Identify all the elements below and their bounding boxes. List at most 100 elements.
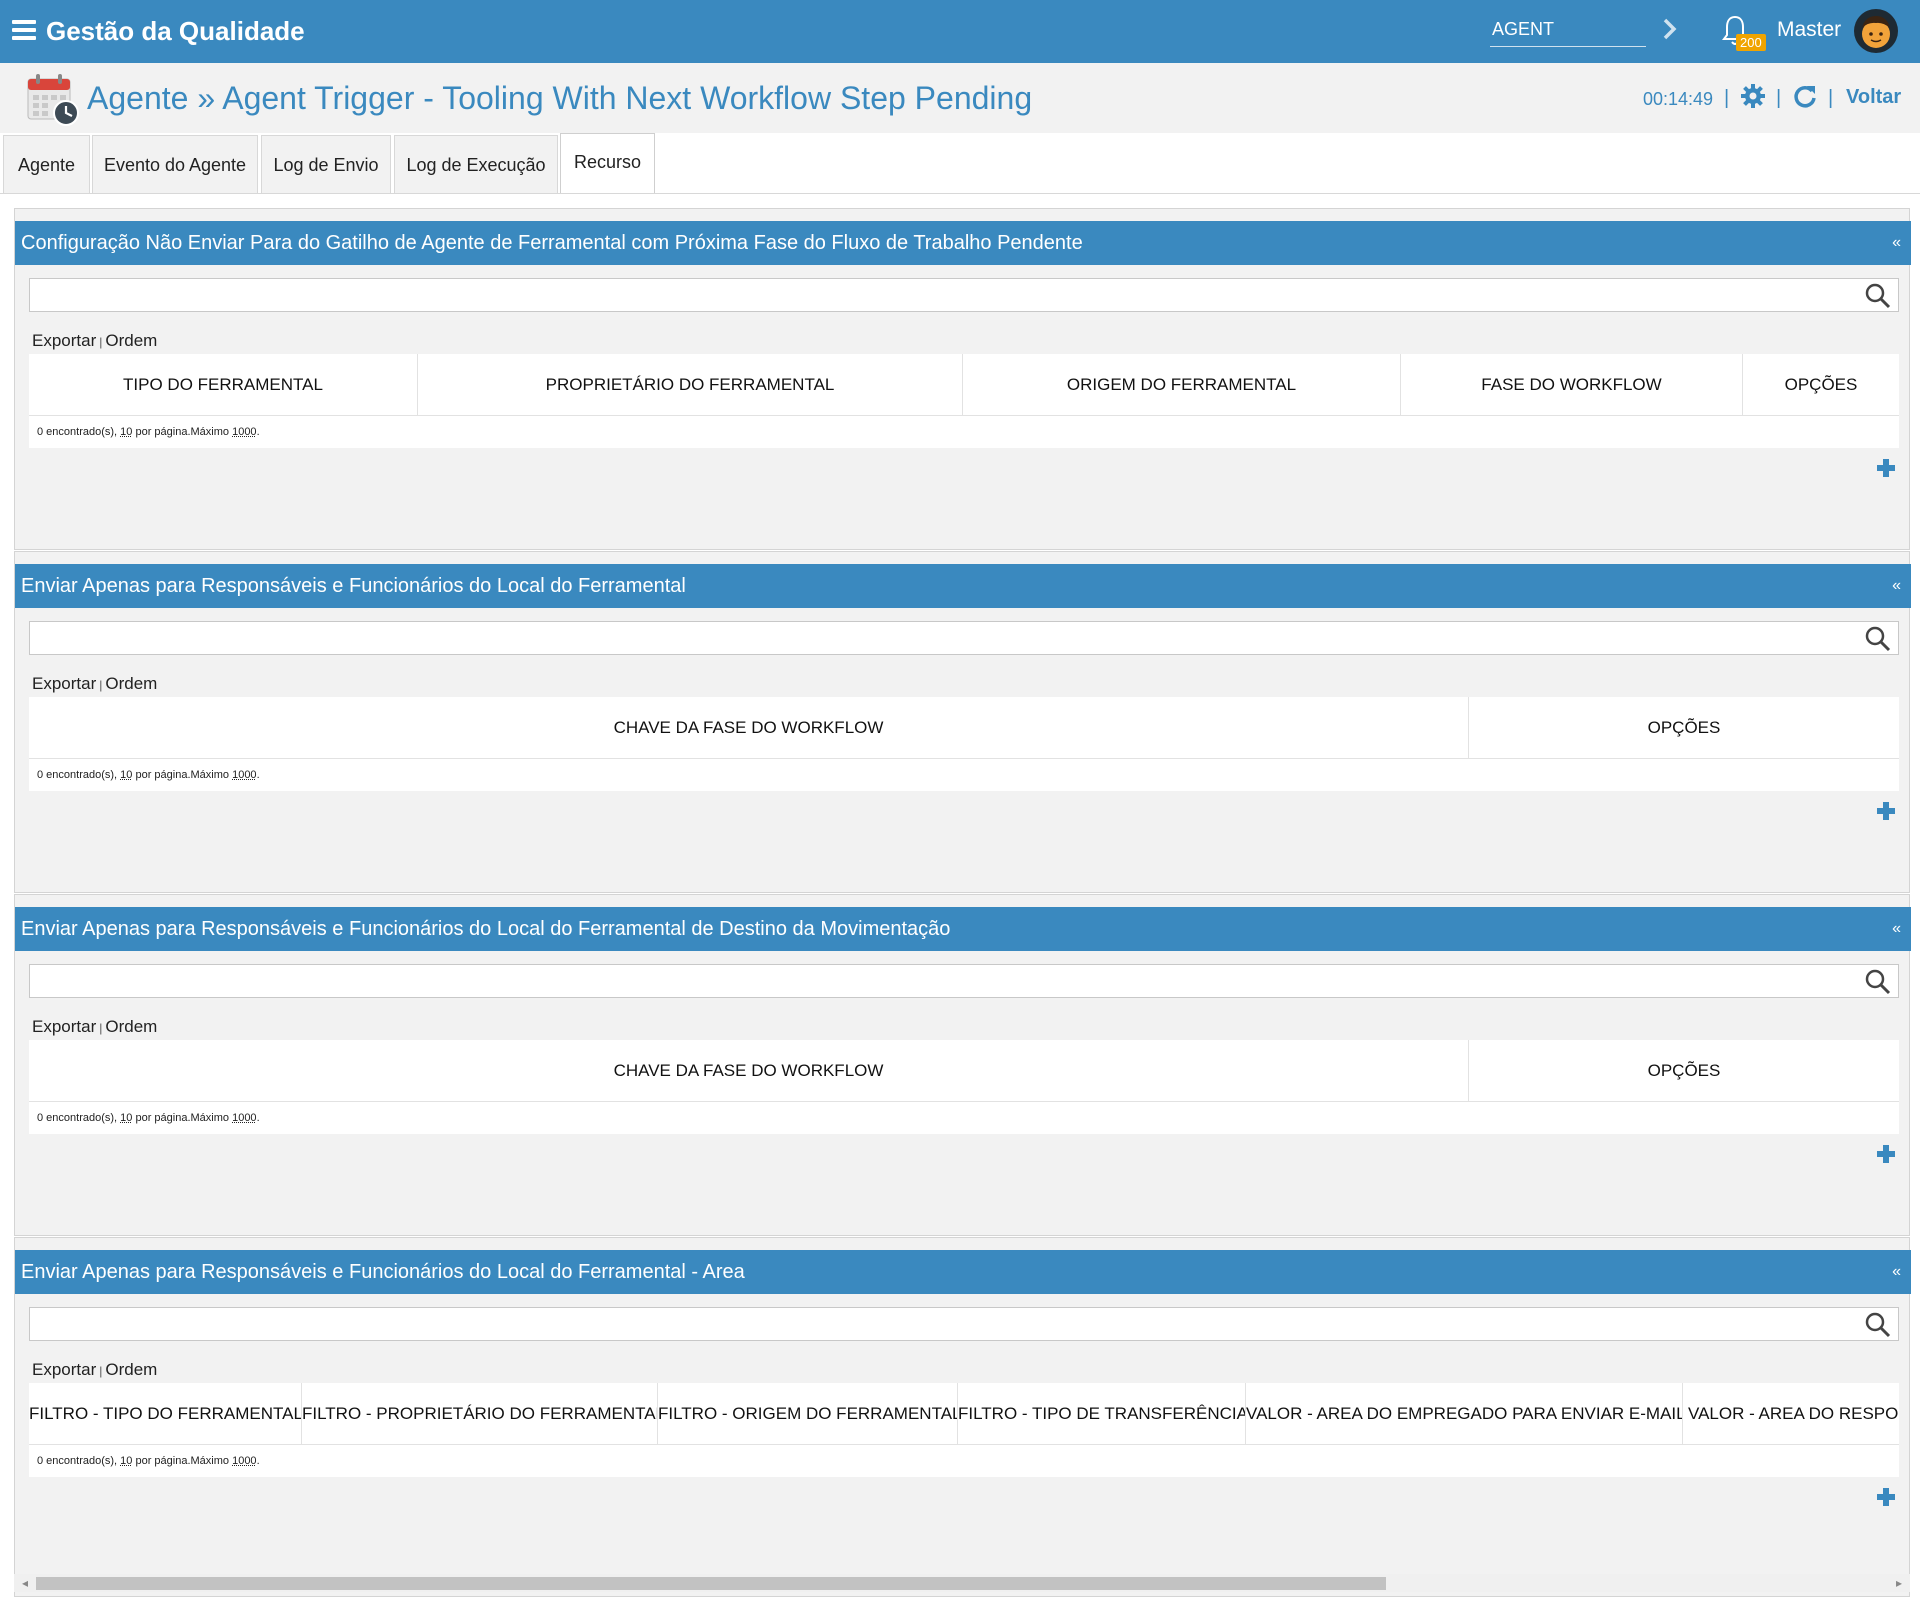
column-header[interactable]: VALOR - AREA DO RESPONS [1683, 1383, 1899, 1444]
search-input[interactable] [29, 278, 1899, 312]
page-header: Agente » Agent Trigger - Tooling With Ne… [0, 63, 1920, 133]
search-icon[interactable] [1864, 1311, 1892, 1339]
search-input[interactable] [29, 621, 1899, 655]
column-header[interactable]: FILTRO - ORIGEM DO FERRAMENTAL [658, 1383, 958, 1444]
add-icon[interactable] [1875, 1486, 1897, 1508]
notification-badge: 200 [1736, 34, 1766, 51]
grid-actions: Exportar | Ordem [32, 1017, 157, 1037]
scrollbar-thumb[interactable] [36, 1577, 1386, 1590]
per-page-select[interactable]: 10 [120, 1455, 132, 1467]
section-title: Enviar Apenas para Responsáveis e Funcio… [21, 1261, 745, 1283]
order-link[interactable]: Ordem [105, 674, 157, 693]
user-name[interactable]: Master [1777, 18, 1841, 42]
column-header[interactable]: CHAVE DA FASE DO WORKFLOW [29, 1040, 1469, 1101]
column-header[interactable]: FILTRO - PROPRIETÁRIO DO FERRAMENTAL [302, 1383, 658, 1444]
chevron-right-icon[interactable] [1660, 16, 1680, 42]
scroll-left-icon[interactable]: ◂ [22, 1576, 28, 1590]
column-header: OPÇÕES [1647, 1061, 1721, 1080]
back-link[interactable]: Voltar [1846, 86, 1901, 109]
column-header: OPÇÕES [1647, 718, 1721, 737]
page-title: Agente » Agent Trigger - Tooling With Ne… [87, 80, 1033, 116]
separator: | [99, 1021, 103, 1035]
data-grid: CHAVE DA FASE DO WORKFLOW OPÇÕES 0 encon… [29, 1040, 1899, 1134]
app-title: Gestão da Qualidade [46, 16, 305, 46]
column-header[interactable]: TIPO DO FERRAMENTAL [29, 354, 418, 415]
pagination-info: 0 encontrado(s), 10 por página.Máximo 10… [29, 416, 1899, 448]
section-header: Configuração Não Enviar Para do Gatilho … [15, 221, 1911, 265]
refresh-icon[interactable] [1792, 83, 1818, 109]
tab-log-de-envio[interactable]: Log de Envio [261, 135, 391, 193]
top-bar: Gestão da Qualidade 200 Master [0, 0, 1920, 63]
column-header[interactable]: CHAVE DA FASE DO WORKFLOW [29, 697, 1469, 758]
search-icon[interactable] [1864, 625, 1892, 653]
column-header[interactable]: FILTRO - TIPO DE TRANSFERÊNCIA [958, 1383, 1246, 1444]
grid-actions: Exportar | Ordem [32, 674, 157, 694]
column-header[interactable]: FILTRO - TIPO DO FERRAMENTAL [29, 1383, 302, 1444]
separator: | [1828, 87, 1834, 109]
collapse-icon[interactable]: « [1892, 221, 1901, 265]
export-link[interactable]: Exportar [32, 674, 96, 693]
column-header: OPÇÕES [1784, 375, 1858, 394]
max-records[interactable]: 1000 [232, 1455, 256, 1467]
avatar[interactable] [1853, 8, 1899, 54]
column-header[interactable]: PROPRIETÁRIO DO FERRAMENTAL [418, 354, 963, 415]
separator: | [99, 1364, 103, 1378]
pagination-info: 0 encontrado(s), 10 por página.Máximo 10… [29, 1445, 1899, 1477]
pagination-info: 0 encontrado(s), 10 por página.Máximo 10… [29, 759, 1899, 791]
agent-input[interactable] [1490, 13, 1646, 47]
search-icon[interactable] [1864, 968, 1892, 996]
pagination-info: 0 encontrado(s), 10 por página.Máximo 10… [29, 1102, 1899, 1134]
max-records[interactable]: 1000 [232, 1112, 256, 1124]
column-header[interactable]: ORIGEM DO FERRAMENTAL [963, 354, 1401, 415]
order-link[interactable]: Ordem [105, 331, 157, 350]
max-records[interactable]: 1000 [232, 426, 256, 438]
tab-evento-do-agente[interactable]: Evento do Agente [92, 135, 258, 193]
search-input[interactable] [29, 964, 1899, 998]
separator: | [99, 335, 103, 349]
search-icon[interactable] [1864, 282, 1892, 310]
horizontal-scrollbar[interactable]: ◂ ▸ [14, 1574, 1910, 1592]
grid-header-row: FILTRO - TIPO DO FERRAMENTAL FILTRO - PR… [29, 1383, 1899, 1445]
collapse-icon[interactable]: « [1892, 1250, 1901, 1294]
separator: | [1724, 87, 1730, 109]
grid-header-row: CHAVE DA FASE DO WORKFLOW OPÇÕES [29, 697, 1899, 759]
tab-log-de-execucao[interactable]: Log de Execução [394, 135, 558, 193]
scroll-right-icon[interactable]: ▸ [1896, 1576, 1902, 1590]
section-title: Enviar Apenas para Responsáveis e Funcio… [21, 918, 951, 940]
per-page-select[interactable]: 10 [120, 426, 132, 438]
per-page-select[interactable]: 10 [120, 1112, 132, 1124]
column-header[interactable]: VALOR - AREA DO EMPREGADO PARA ENVIAR E-… [1246, 1383, 1683, 1444]
content-area: Configuração Não Enviar Para do Gatilho … [0, 193, 1920, 1612]
tab-recurso[interactable]: Recurso [560, 133, 655, 195]
tab-bar: Agente Evento do Agente Log de Envio Log… [0, 133, 1920, 195]
per-page-select[interactable]: 10 [120, 769, 132, 781]
collapse-icon[interactable]: « [1892, 907, 1901, 951]
section-header: Enviar Apenas para Responsáveis e Funcio… [15, 1250, 1911, 1294]
section-local-do-ferramental: Enviar Apenas para Responsáveis e Funcio… [14, 551, 1911, 893]
gear-icon[interactable] [1740, 83, 1766, 109]
menu-icon[interactable] [12, 20, 36, 40]
section-local-destino-movimentacao: Enviar Apenas para Responsáveis e Funcio… [14, 894, 1911, 1236]
data-grid: TIPO DO FERRAMENTAL PROPRIETÁRIO DO FERR… [29, 354, 1899, 448]
order-link[interactable]: Ordem [105, 1360, 157, 1379]
session-timer: 00:14:49 [1643, 89, 1714, 109]
search-input[interactable] [29, 1307, 1899, 1341]
export-link[interactable]: Exportar [32, 1017, 96, 1036]
tab-agente[interactable]: Agente [3, 135, 90, 193]
max-records[interactable]: 1000 [232, 769, 256, 781]
export-link[interactable]: Exportar [32, 331, 96, 350]
add-icon[interactable] [1875, 1143, 1897, 1165]
data-grid: CHAVE DA FASE DO WORKFLOW OPÇÕES 0 encon… [29, 697, 1899, 791]
section-nao-enviar-para: Configuração Não Enviar Para do Gatilho … [14, 208, 1911, 550]
grid-actions: Exportar | Ordem [32, 1360, 157, 1380]
collapse-icon[interactable]: « [1892, 564, 1901, 608]
section-header: Enviar Apenas para Responsáveis e Funcio… [15, 564, 1911, 608]
calendar-clock-icon [27, 74, 79, 126]
order-link[interactable]: Ordem [105, 1017, 157, 1036]
export-link[interactable]: Exportar [32, 1360, 96, 1379]
column-header[interactable]: FASE DO WORKFLOW [1401, 354, 1743, 415]
add-icon[interactable] [1875, 457, 1897, 479]
section-title: Configuração Não Enviar Para do Gatilho … [21, 232, 1083, 254]
data-grid: FILTRO - TIPO DO FERRAMENTAL FILTRO - PR… [29, 1383, 1899, 1477]
add-icon[interactable] [1875, 800, 1897, 822]
